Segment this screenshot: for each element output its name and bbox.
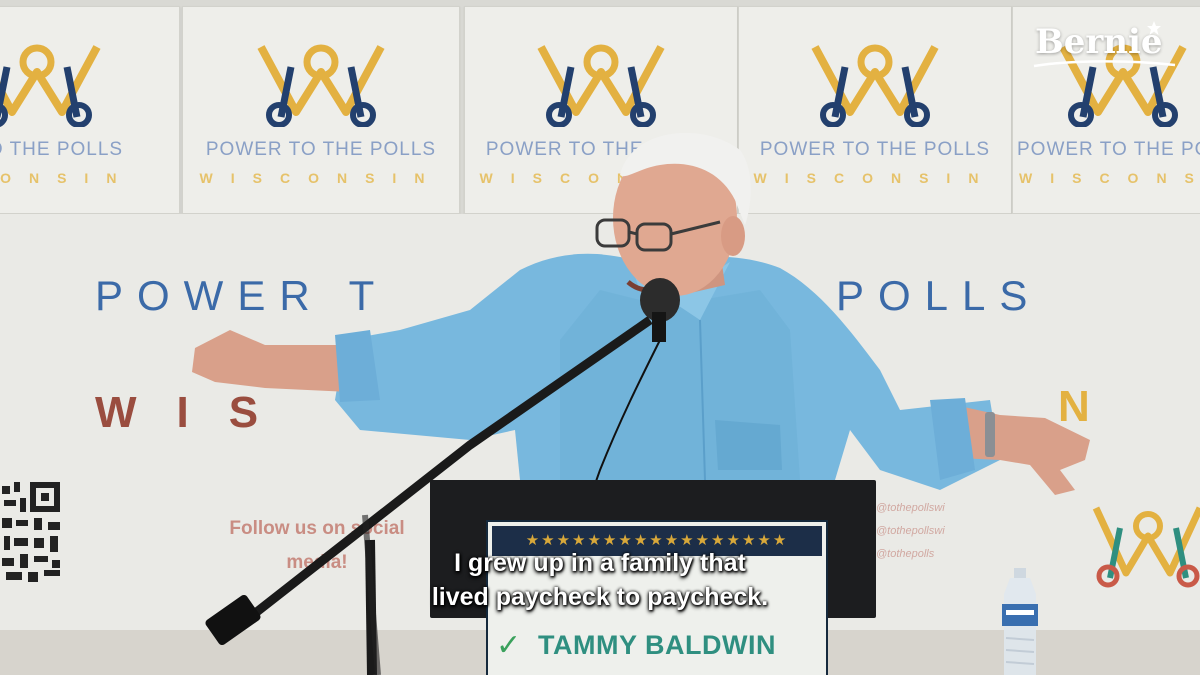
caption-line: I grew up in a family that (454, 549, 746, 577)
video-caption: I grew up in a family that lived paychec… (0, 546, 1200, 614)
bernie-watermark: Bernie (1035, 22, 1163, 62)
video-frame: POWER TO THE POLLS WISCONSIN POWER TO TH… (0, 0, 1200, 675)
star-icon (1147, 21, 1161, 35)
sign-candidate-name: TAMMY BALDWIN (538, 630, 776, 660)
watermark-underline (1033, 60, 1176, 68)
caption-line: lived paycheck to paycheck. (431, 583, 769, 611)
